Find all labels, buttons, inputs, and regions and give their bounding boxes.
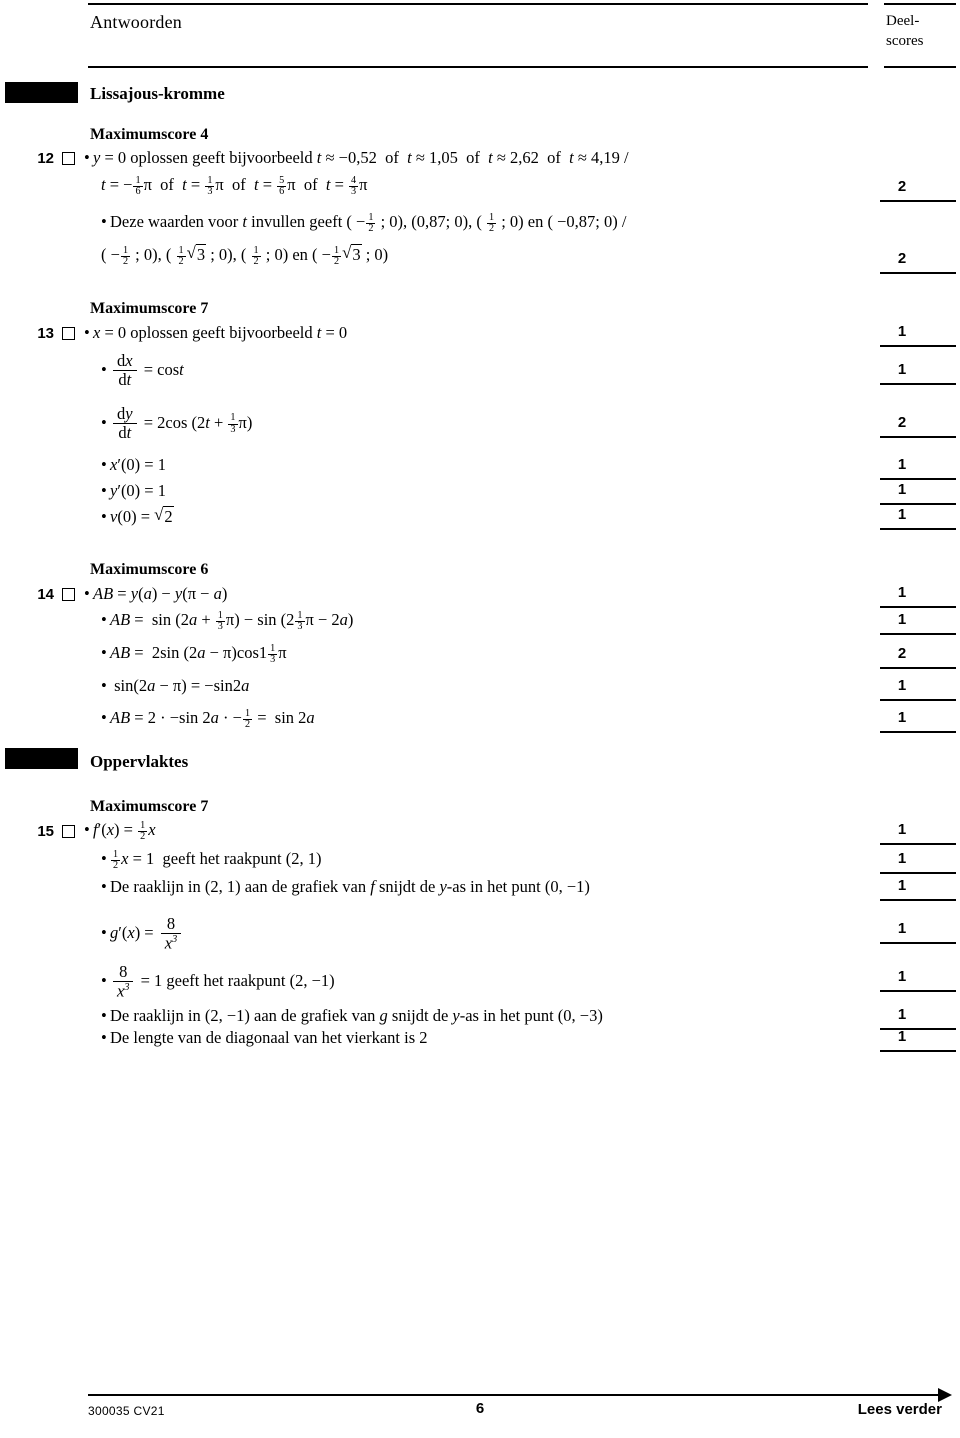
score-column-header: Deel- scores (886, 11, 958, 51)
score-q13-6: 1 (880, 506, 956, 530)
header-underrule-right (884, 66, 956, 68)
footer-page-number: 6 (475, 1400, 485, 1417)
score-q15-7: 1 (880, 1028, 956, 1052)
question-number-14: 14 (37, 586, 54, 603)
q14-bullet-2: • AB = sin (2a + 1 3 π) − sin (2 1 3 π − 2a) (101, 609, 354, 633)
score-column-header-line1: Deel- (886, 13, 920, 29)
maximumscore-q13: Maximumscore 7 (90, 300, 209, 317)
score-q13-1: 1 (880, 323, 956, 347)
answer-sheet-page: Antwoorden Deel- scores Lissajous-kromme… (0, 0, 960, 1438)
score-q12-2: 2 (880, 250, 956, 274)
q14-bullet-3: • AB = 2sin (2a − π)cos1 1 3 π (101, 642, 287, 666)
q12-bullet-1-line-a: • y = 0 oplossen geeft bijvoorbeeld t ≈ −… (84, 148, 629, 167)
footer-continue-label: Lees verder (857, 1401, 942, 1418)
score-q14-1: 1 (880, 584, 956, 608)
header-rule-right (884, 3, 956, 5)
q12-bullet-2-line-a: • Deze waarden voor t invullen geeft ( −1… (101, 211, 627, 235)
q15-bullet-2: • 1 2 x = 1 geeft het raakpunt (2, 1) (101, 848, 322, 872)
q13-bullet-1: • x = 0 oplossen geeft bijvoorbeeld t = 0 (84, 323, 348, 342)
q12-bullet-1-line-b: t = −1 6 π of t = 13π of t = 56π of t = 43… (101, 174, 368, 198)
section-title-oppervlaktes: Oppervlaktes (90, 752, 189, 771)
score-q14-3: 2 (880, 645, 956, 669)
q14-bullet-5: • AB = 2 · −sin 2a · −1 2 = sin 2a (101, 707, 315, 731)
score-q15-1: 1 (880, 821, 956, 845)
footer-rule (88, 1394, 940, 1396)
header-rule-left (88, 3, 868, 5)
score-q15-3: 1 (880, 877, 956, 901)
question-number-13: 13 (37, 325, 54, 342)
score-q14-5: 1 (880, 709, 956, 733)
question-number-12: 12 (37, 150, 54, 167)
score-q13-3: 2 (880, 414, 956, 438)
maximumscore-q15: Maximumscore 7 (90, 798, 209, 815)
score-q12-1: 2 (880, 178, 956, 202)
score-q13-5: 1 (880, 481, 956, 505)
section-marker-block-oppervlaktes (5, 748, 78, 769)
q15-bullet-1: • f′(x) = 12x (84, 819, 156, 843)
score-column-header-line2: scores (886, 33, 924, 49)
score-q15-2: 1 (880, 850, 956, 874)
section-title-lissajous: Lissajous-kromme (90, 84, 225, 103)
score-q14-4: 1 (880, 677, 956, 701)
score-q14-2: 1 (880, 611, 956, 635)
section-marker-block-lissajous (5, 82, 78, 103)
q14-bullet-1: • AB = y(a) − y(π − a) (84, 584, 228, 603)
q13-bullet-4: • x′(0) = 1 (101, 455, 166, 474)
q15-bullet-5: • 8 x3 = 1 geeft het raakpunt (2, −1) (101, 962, 335, 1001)
q13-bullet-2: • dx dt = cost (101, 351, 184, 390)
page-title: Antwoorden (90, 12, 182, 32)
q15-bullet-7: • De lengte van de diagonaal van het vier… (101, 1028, 428, 1047)
question-checkbox-12[interactable] (62, 152, 75, 165)
score-q13-2: 1 (880, 361, 956, 385)
maximumscore-q14: Maximumscore 6 (90, 561, 209, 578)
score-q13-4: 1 (880, 456, 956, 480)
q13-bullet-3: • dy dt = 2cos (2t + 1 3 π) (101, 404, 253, 443)
q13-bullet-6: •v(0) = 2 (101, 505, 174, 527)
q15-bullet-3: • De raaklijn in (2, 1) aan de grafiek va… (101, 877, 590, 896)
question-checkbox-15[interactable] (62, 825, 75, 838)
q15-bullet-6: • De raaklijn in (2, −1) aan de grafiek v… (101, 1006, 603, 1025)
header-underrule-left (88, 66, 868, 68)
maximumscore-q12: Maximumscore 4 (90, 126, 209, 143)
q14-bullet-4: • sin(2a − π) = −sin2a (101, 676, 250, 695)
score-q15-4: 1 (880, 920, 956, 944)
score-q15-6: 1 (880, 1006, 956, 1030)
question-number-15: 15 (37, 823, 54, 840)
question-checkbox-14[interactable] (62, 588, 75, 601)
score-q15-5: 1 (880, 968, 956, 992)
question-checkbox-13[interactable] (62, 327, 75, 340)
q15-bullet-4: • g′(x) = 8 x3 (101, 914, 184, 953)
q13-bullet-5: • y′(0) = 1 (101, 481, 166, 500)
q12-bullet-2-line-b: ( −12 ; 0), ( 123 ; 0), ( 12 ; 0) en ( −… (101, 243, 388, 268)
